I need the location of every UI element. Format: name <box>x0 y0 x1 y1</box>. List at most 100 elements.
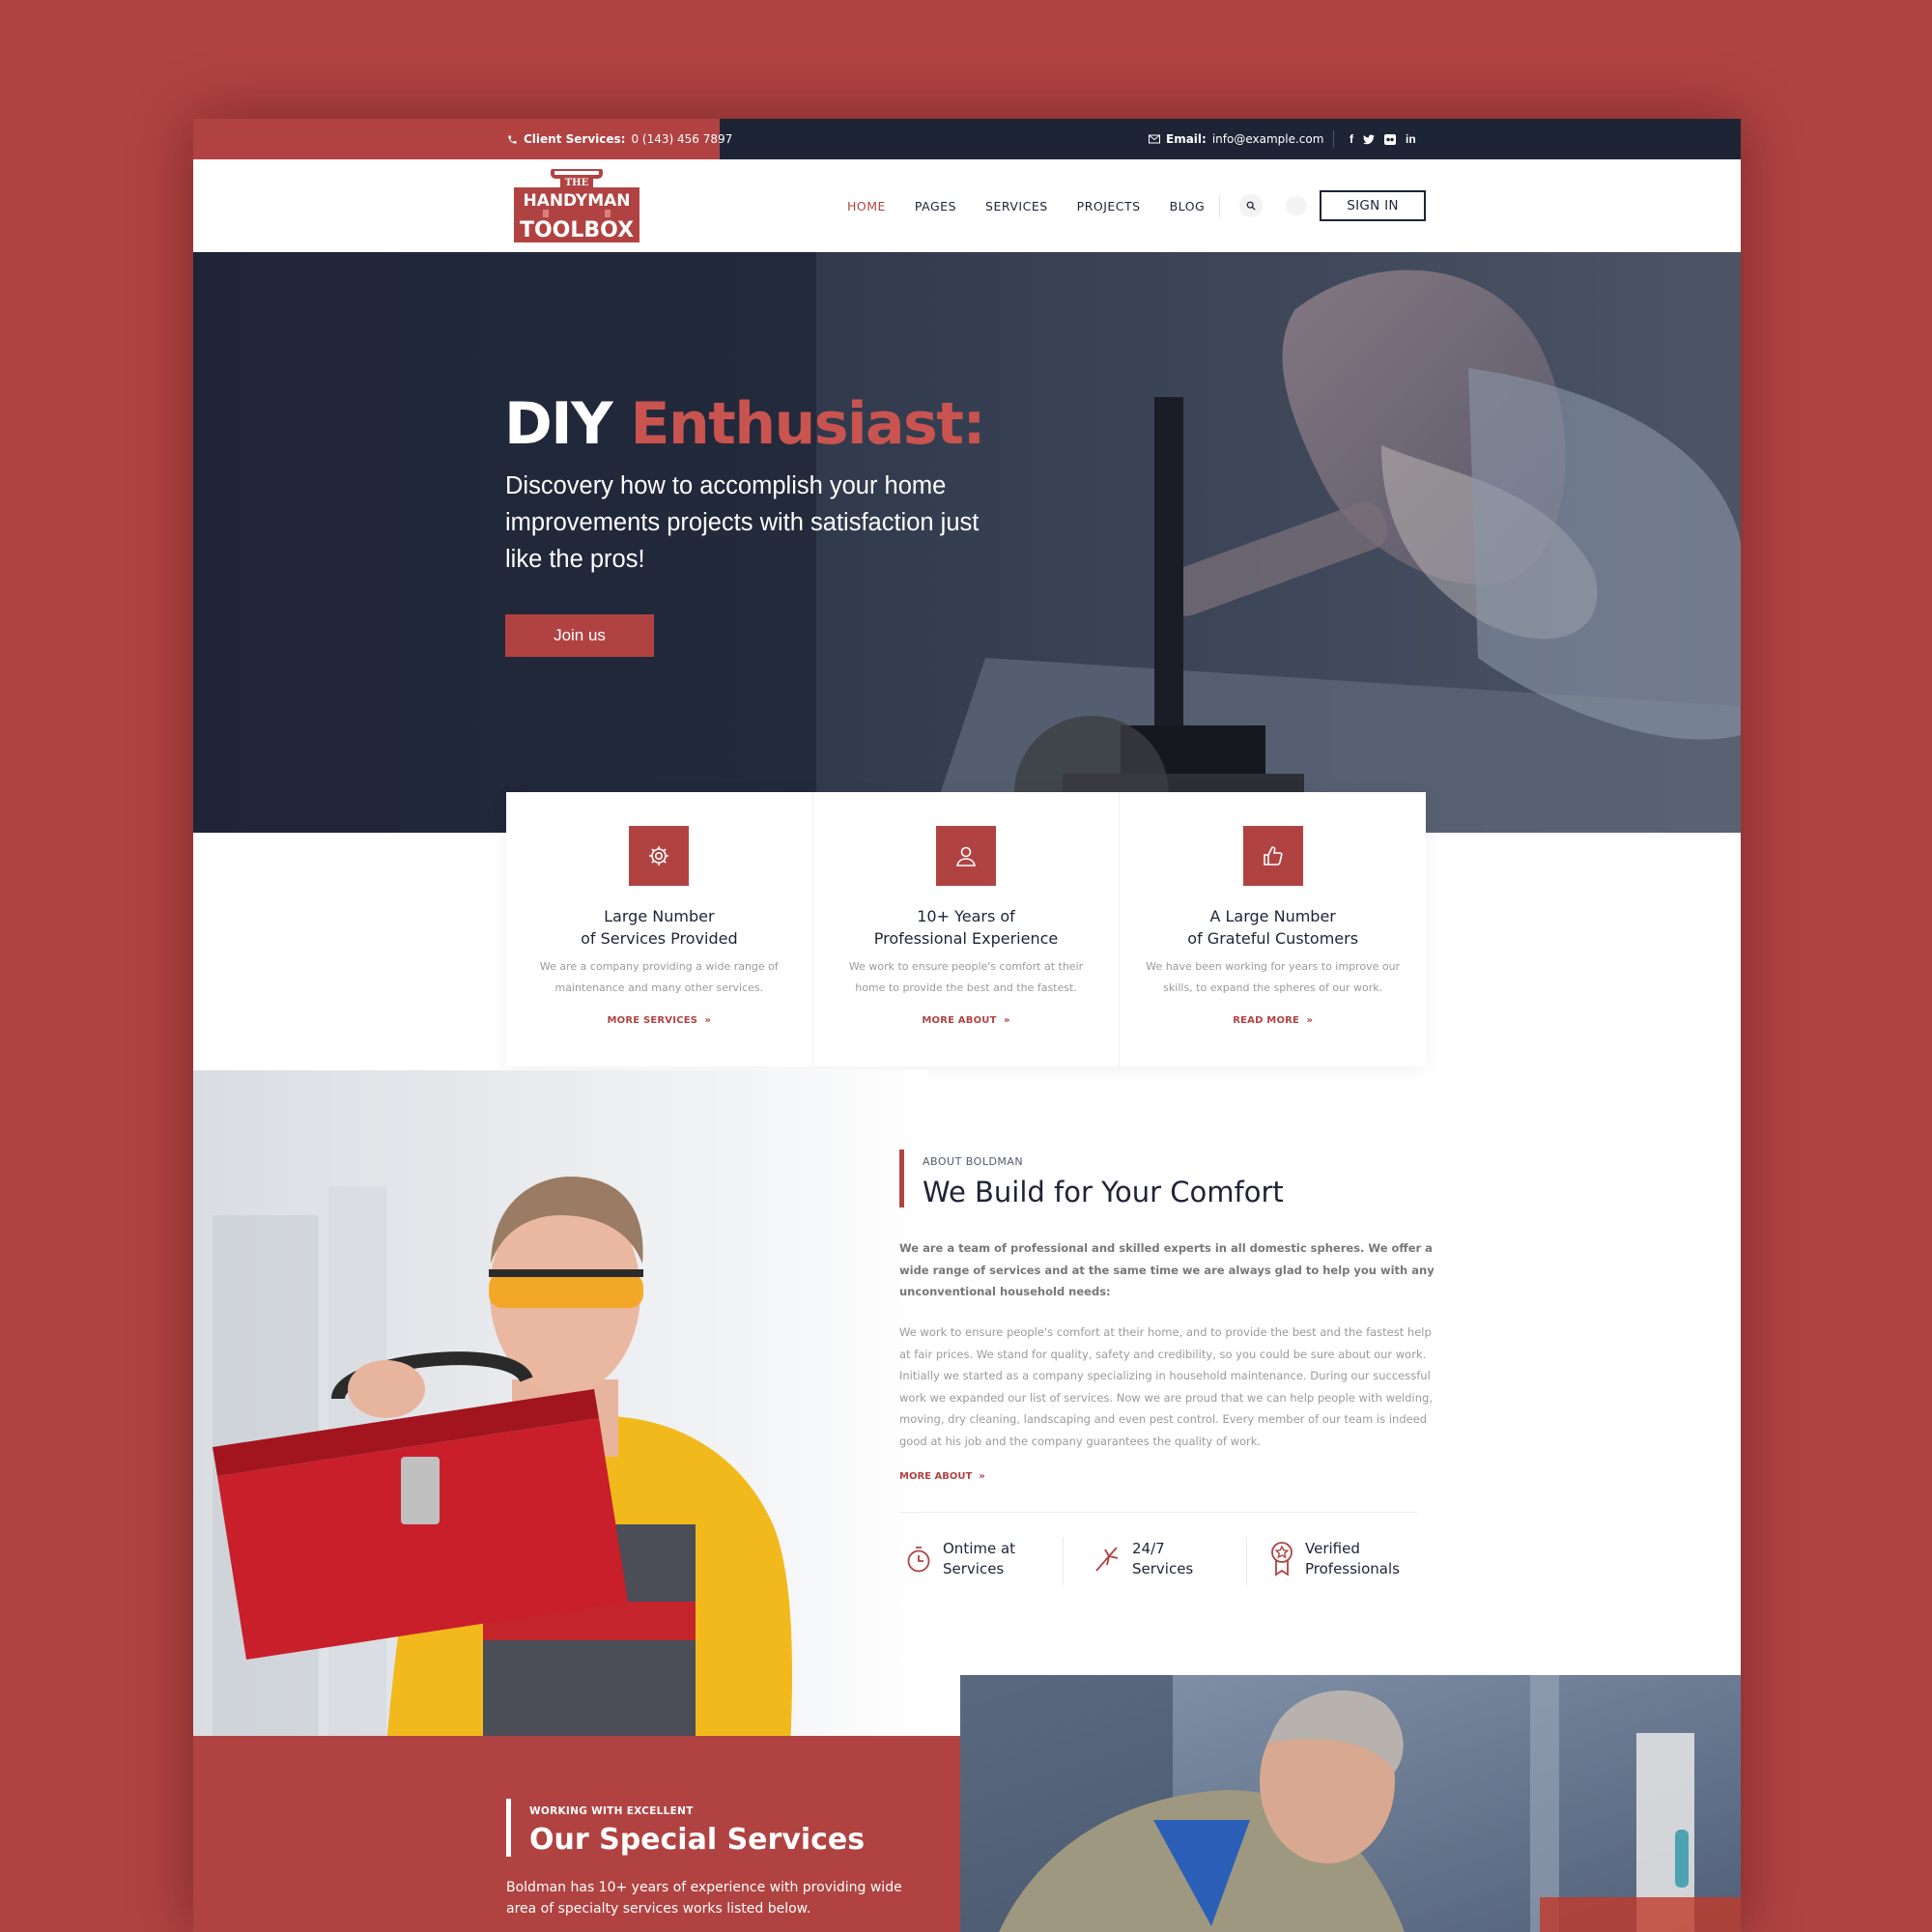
stat-divider <box>1246 1537 1247 1585</box>
stat-label: Verified Professionals <box>1305 1539 1400 1579</box>
about-more-link[interactable]: MORE ABOUT » <box>899 1471 985 1482</box>
feature-link-label: READ MORE <box>1233 1015 1300 1026</box>
stat-verified: Verified Professionals <box>1270 1539 1400 1579</box>
stat-line: 24/7 <box>1132 1540 1165 1557</box>
phone-number: 0 (143) 456 7897 <box>631 132 733 146</box>
stat-line: Ontime at <box>943 1540 1016 1557</box>
nav-blog[interactable]: BLOG <box>1170 199 1206 213</box>
hero-title: DIY Enthusiast: <box>504 390 985 458</box>
client-services-phone[interactable]: Client Services: 0 (143) 456 7897 <box>507 119 732 159</box>
stat-line: Professionals <box>1305 1560 1400 1577</box>
feature-card: 10+ Years of Professional Experience We … <box>813 792 1121 1066</box>
double-chevron-icon: » <box>1000 1015 1010 1026</box>
services-eyebrow: WORKING WITH EXCELLENT <box>529 1805 694 1817</box>
hero-title-accent: Enthusiast: <box>630 390 985 458</box>
about-lead-text: We are a team of professional and skille… <box>899 1241 1435 1298</box>
gear-icon <box>649 846 669 866</box>
about-more-label: MORE ABOUT <box>899 1471 973 1482</box>
double-chevron-icon: » <box>1302 1015 1314 1026</box>
nav-projects[interactable]: PROJECTS <box>1077 199 1141 213</box>
feature-icon-box <box>936 826 996 886</box>
feature-text: We are a company providing a wide range … <box>539 960 779 994</box>
flickr-icon[interactable] <box>1384 133 1396 145</box>
feature-text: We work to ensure people's comfort at th… <box>848 960 1084 994</box>
nav-services[interactable]: SERVICES <box>985 199 1048 213</box>
top-bar-divider <box>1333 130 1334 148</box>
feature-card: A Large Number of Grateful Customers We … <box>1120 792 1426 1066</box>
stat-divider <box>1063 1537 1064 1585</box>
more-about-link[interactable]: MORE ABOUT » <box>813 1015 1120 1026</box>
email-value: info@example.com <box>1211 132 1324 146</box>
stat-line: Services <box>943 1560 1005 1577</box>
email-label: Email: <box>1166 132 1207 146</box>
thumbs-up-icon <box>1263 846 1283 866</box>
more-services-link[interactable]: MORE SERVICES » <box>506 1015 812 1026</box>
stat-label: Ontime at Services <box>943 1539 1015 1579</box>
about-accent-bar <box>899 1150 904 1208</box>
feature-card: Large Number of Services Provided We are… <box>506 792 813 1066</box>
spark-icon <box>1095 1547 1119 1572</box>
feature-title: 10+ Years of Professional Experience <box>813 905 1120 950</box>
feature-title-line: A Large Number <box>1209 907 1336 925</box>
logo-mid-text: HANDYMAN <box>523 191 630 211</box>
hero-section: DIY Enthusiast: Discovery how to accompl… <box>193 252 1741 833</box>
twitter-icon[interactable] <box>1363 133 1375 145</box>
feature-title-line: Large Number <box>604 907 715 925</box>
sign-in-button[interactable]: SIGN IN <box>1320 190 1426 221</box>
user-icon <box>956 846 976 867</box>
services-accent-bar <box>506 1799 511 1857</box>
feature-title: Large Number of Services Provided <box>506 905 812 950</box>
handyman-toolbox-logo[interactable]: THE HANDYMAN TOOLBOX <box>510 169 643 244</box>
stat-24-7: 24/7 Services <box>1094 1539 1193 1579</box>
menu-toggle[interactable] <box>1286 196 1307 215</box>
feature-title-line: Professional Experience <box>873 929 1059 948</box>
hero-title-white: DIY <box>504 390 613 458</box>
feature-title: A Large Number of Grateful Customers <box>1120 905 1426 950</box>
stat-label: 24/7 Services <box>1132 1539 1193 1579</box>
site-header: THE HANDYMAN TOOLBOX HOME PAGES SERVICES… <box>193 159 1741 252</box>
feature-cards: Large Number of Services Provided We are… <box>506 792 1426 1066</box>
feature-icon-box <box>629 826 690 886</box>
clock-icon <box>907 1547 930 1573</box>
nav-divider <box>1219 194 1220 217</box>
phone-label: Client Services: <box>524 132 626 146</box>
read-more-link[interactable]: READ MORE » <box>1120 1015 1426 1026</box>
top-bar: Client Services: 0 (143) 456 7897 Email:… <box>193 119 1741 159</box>
phone-icon <box>508 134 517 144</box>
mechanic-working-image <box>960 1675 1741 1932</box>
nav-home[interactable]: HOME <box>847 199 886 213</box>
feature-title-line: of Services Provided <box>581 929 738 948</box>
main-nav: HOME PAGES SERVICES PROJECTS BLOG <box>847 159 1205 252</box>
search-icon <box>1246 201 1256 211</box>
logo-top-text: THE <box>565 178 589 188</box>
about-title: We Build for Your Comfort <box>923 1176 1284 1208</box>
feature-link-label: MORE SERVICES <box>607 1015 698 1026</box>
award-icon <box>1271 1542 1293 1577</box>
contact-email[interactable]: Email: info@example.com <box>1149 119 1323 159</box>
about-divider <box>899 1512 1417 1513</box>
services-title: Our Special Services <box>529 1823 866 1857</box>
feature-link-label: MORE ABOUT <box>922 1015 997 1026</box>
stat-line: Verified <box>1305 1540 1360 1557</box>
double-chevron-icon: » <box>700 1015 712 1026</box>
about-body-text: We work to ensure people's comfort at th… <box>899 1325 1433 1448</box>
services-text: Boldman has 10+ years of experience with… <box>506 1880 902 1917</box>
about-eyebrow: ABOUT BOLDMAN <box>923 1155 1024 1168</box>
social-links: f in <box>1350 119 1416 159</box>
stat-line: Services <box>1132 1560 1194 1577</box>
feature-text: We have been working for years to improv… <box>1146 960 1401 994</box>
feature-title-line: of Grateful Customers <box>1187 929 1359 948</box>
linkedin-icon[interactable]: in <box>1406 132 1416 146</box>
feature-icon-box <box>1242 826 1303 886</box>
stat-ontime: Ontime at Services <box>906 1539 1015 1579</box>
website-frame: Client Services: 0 (143) 456 7897 Email:… <box>193 119 1741 1932</box>
double-chevron-icon: » <box>975 1471 985 1482</box>
join-us-button[interactable]: Join us <box>505 614 654 657</box>
nav-pages[interactable]: PAGES <box>915 199 956 213</box>
facebook-icon[interactable]: f <box>1350 132 1353 146</box>
envelope-icon <box>1149 134 1160 144</box>
feature-title-line: 10+ Years of <box>917 907 1015 925</box>
logo-bottom-text: TOOLBOX <box>520 218 634 242</box>
search-button[interactable] <box>1239 194 1263 217</box>
hero-subtitle: Discovery how to accomplish your home im… <box>505 472 980 573</box>
